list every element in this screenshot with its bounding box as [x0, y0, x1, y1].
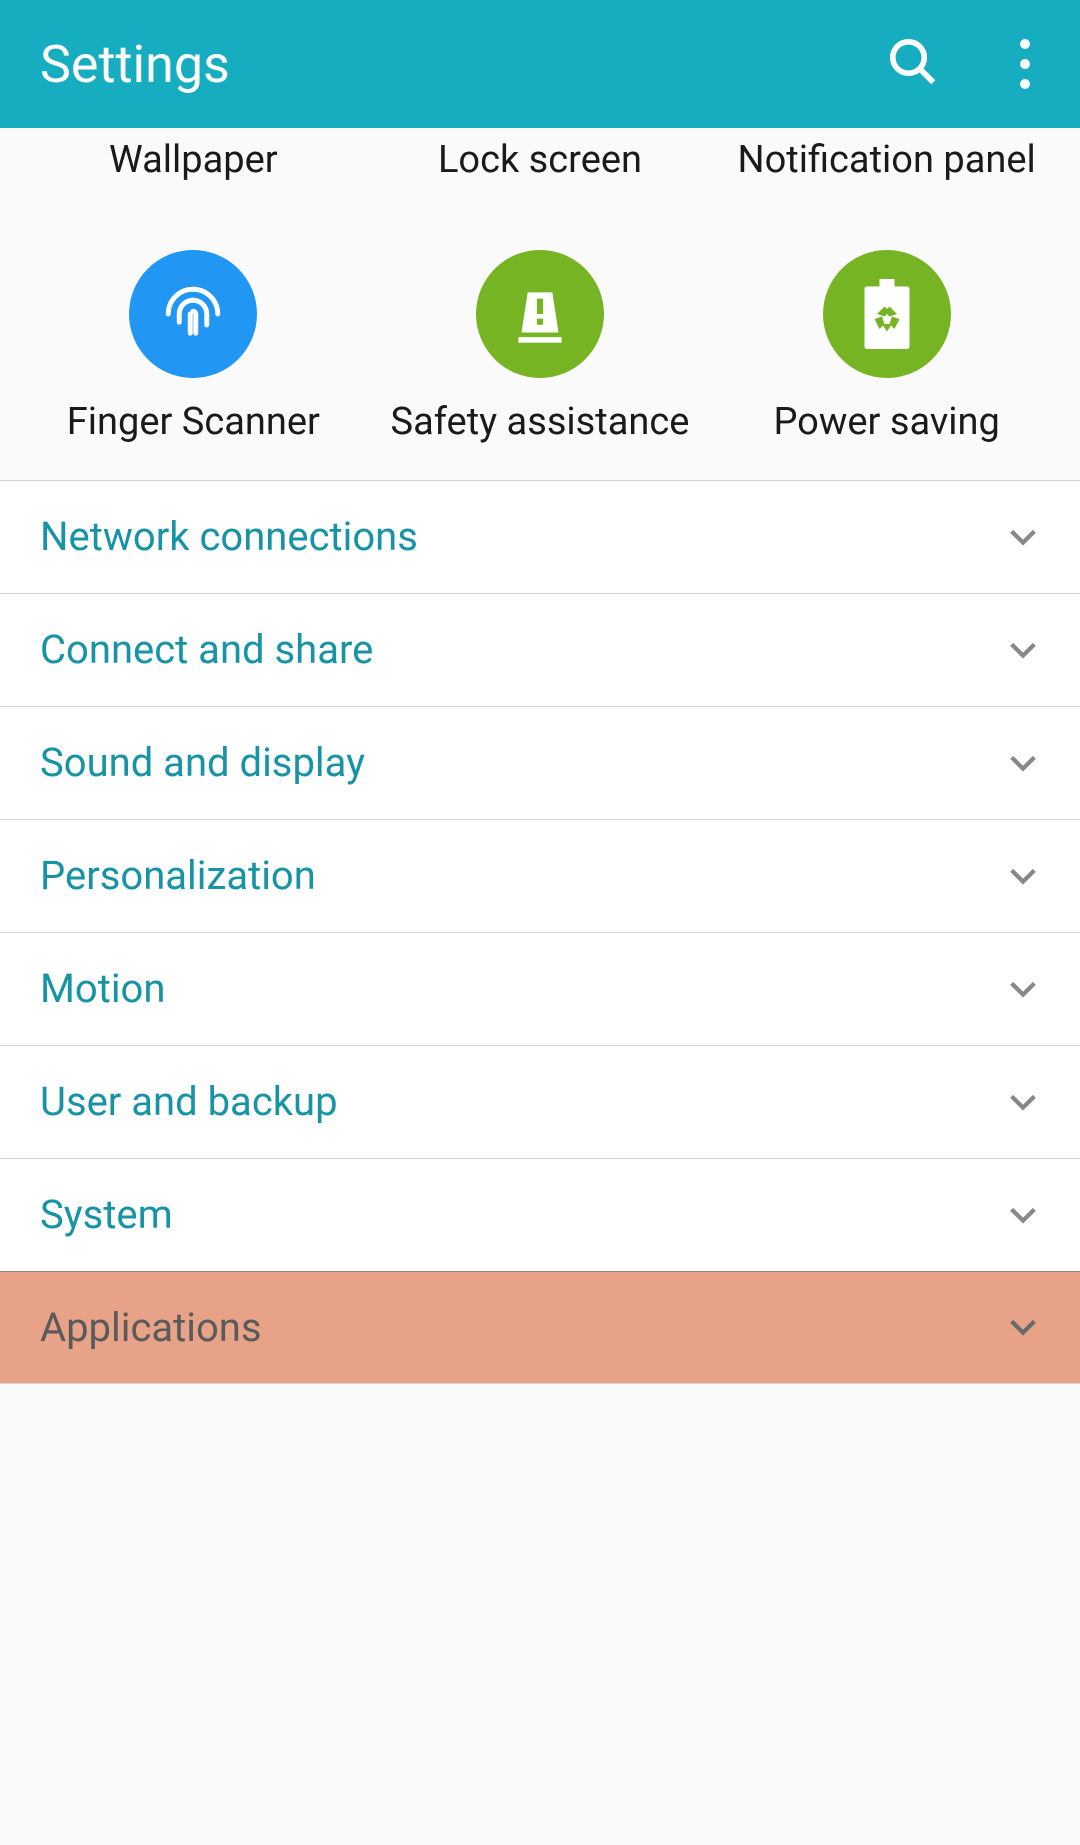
quick-item-wallpaper[interactable]: Wallpaper [20, 128, 367, 185]
chevron-down-icon [1006, 1310, 1040, 1344]
search-icon[interactable] [886, 35, 940, 93]
category-label: Network connections [40, 513, 418, 560]
category-user-and-backup[interactable]: User and backup [0, 1045, 1080, 1158]
category-connect-and-share[interactable]: Connect and share [0, 593, 1080, 706]
quick-item-safety-assistance[interactable]: Safety assistance [367, 250, 714, 447]
quick-item-label: Wallpaper [109, 128, 278, 185]
chevron-down-icon [1006, 746, 1040, 780]
category-network-connections[interactable]: Network connections [0, 480, 1080, 593]
quick-item-label: Safety assistance [391, 398, 690, 447]
settings-categories-list: Network connections Connect and share So… [0, 480, 1080, 1384]
alert-icon [476, 250, 604, 378]
battery-recycle-icon [823, 250, 951, 378]
category-label: Personalization [40, 852, 316, 899]
category-system[interactable]: System [0, 1158, 1080, 1271]
category-label: Connect and share [40, 626, 373, 673]
quick-item-finger-scanner[interactable]: Finger Scanner [20, 250, 367, 447]
category-label: Motion [40, 965, 165, 1012]
chevron-down-icon [1006, 520, 1040, 554]
category-label: Applications [40, 1304, 262, 1351]
header-actions [886, 35, 1040, 93]
category-label: User and backup [40, 1078, 338, 1125]
quick-item-label: Notification panel [738, 128, 1036, 185]
quick-settings-row-bottom: Finger Scanner Safety assistance [0, 185, 1080, 447]
chevron-down-icon [1006, 859, 1040, 893]
category-applications[interactable]: Applications [0, 1271, 1080, 1384]
category-motion[interactable]: Motion [0, 932, 1080, 1045]
category-personalization[interactable]: Personalization [0, 819, 1080, 932]
quick-item-notification-panel[interactable]: Notification panel [713, 128, 1060, 185]
category-label: Sound and display [40, 739, 365, 786]
quick-item-label: Finger Scanner [67, 398, 320, 447]
chevron-down-icon [1006, 972, 1040, 1006]
page-title: Settings [40, 34, 230, 95]
category-label: System [40, 1191, 173, 1238]
more-icon[interactable] [1020, 39, 1040, 89]
app-header: Settings [0, 0, 1080, 128]
fingerprint-icon [129, 250, 257, 378]
quick-item-lock-screen[interactable]: Lock screen [367, 128, 714, 185]
chevron-down-icon [1006, 1085, 1040, 1119]
category-sound-and-display[interactable]: Sound and display [0, 706, 1080, 819]
quick-settings-row-top: Wallpaper Lock screen Notification panel [0, 128, 1080, 185]
quick-item-power-saving[interactable]: Power saving [713, 250, 1060, 447]
chevron-down-icon [1006, 1198, 1040, 1232]
chevron-down-icon [1006, 633, 1040, 667]
quick-item-label: Lock screen [438, 128, 642, 185]
quick-item-label: Power saving [773, 398, 999, 447]
